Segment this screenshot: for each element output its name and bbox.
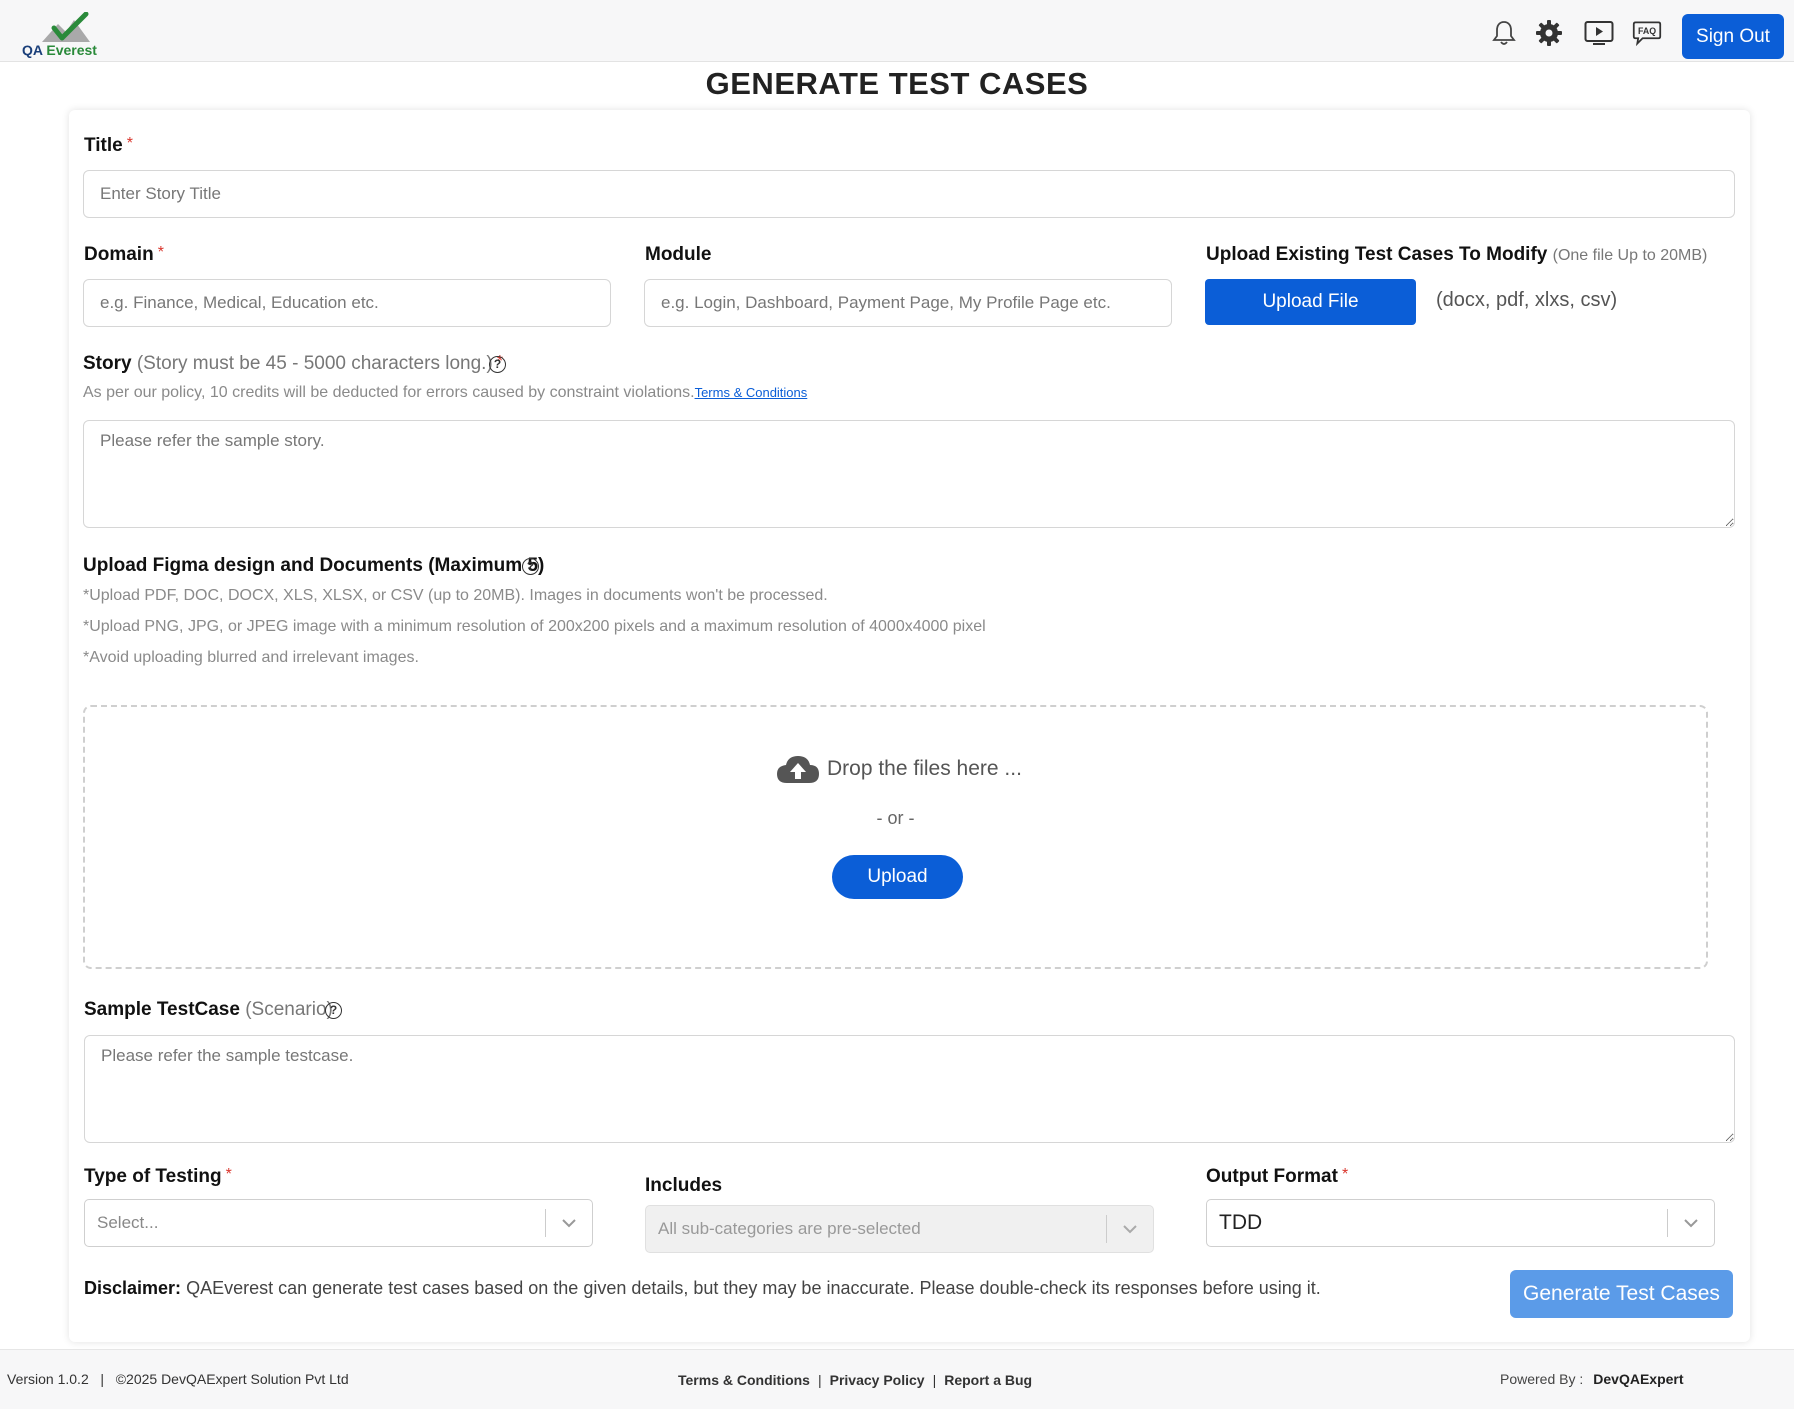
or-separator: - or - bbox=[876, 808, 915, 828]
story-textarea[interactable] bbox=[83, 420, 1735, 528]
figma-note-1: *Upload PDF, DOC, DOCX, XLS, XLSX, or CS… bbox=[83, 587, 828, 604]
top-navbar: QA Everest FAQ Sign Out bbox=[0, 0, 1794, 62]
chevron-down-icon bbox=[1668, 1218, 1714, 1228]
includes-label: Includes bbox=[645, 1175, 723, 1196]
upload-existing-label: Upload Existing Test Cases To Modify (On… bbox=[1206, 244, 1708, 265]
footer-terms-link[interactable]: Terms & Conditions bbox=[678, 1372, 810, 1388]
svg-text:FAQ: FAQ bbox=[1638, 26, 1656, 36]
story-label: Story (Story must be 45 - 5000 character… bbox=[83, 353, 503, 374]
qa-everest-logo[interactable]: QA Everest bbox=[20, 12, 110, 58]
chevron-down-icon bbox=[546, 1218, 592, 1228]
story-title-input[interactable] bbox=[83, 170, 1735, 218]
figma-help-icon[interactable]: ? bbox=[522, 558, 539, 575]
footer-version: Version 1.0.2 | ©2025 DevQAExpert Soluti… bbox=[7, 1371, 349, 1387]
figma-note-3: *Avoid uploading blurred and irrelevant … bbox=[83, 649, 419, 666]
faq-icon[interactable]: FAQ bbox=[1632, 18, 1662, 48]
story-help-icon[interactable]: ? bbox=[489, 356, 506, 373]
title-label: Title * bbox=[84, 135, 133, 156]
domain-label: Domain * bbox=[84, 244, 164, 265]
type-of-testing-select[interactable]: Select... bbox=[84, 1199, 593, 1247]
footer-links: Terms & Conditions | Privacy Policy | Report… bbox=[678, 1372, 1033, 1388]
type-of-testing-value: Select... bbox=[97, 1213, 159, 1232]
module-input[interactable] bbox=[644, 279, 1172, 327]
terms-link[interactable]: Terms & Conditions bbox=[695, 385, 808, 400]
generate-form-card: Title* Domain* Module Upload Existing Te… bbox=[69, 110, 1750, 1342]
footer-report-bug-link[interactable]: Report a Bug bbox=[944, 1372, 1032, 1388]
sample-testcase-textarea[interactable] bbox=[84, 1035, 1735, 1143]
disclaimer-text: Disclaimer: QAEverest can generate test … bbox=[84, 1278, 1321, 1298]
includes-value: All sub-categories are pre-selected bbox=[658, 1219, 921, 1238]
output-format-value: TDD bbox=[1219, 1211, 1263, 1234]
output-format-label: Output Format * bbox=[1206, 1166, 1349, 1187]
logo-text: QA Everest bbox=[22, 42, 97, 58]
sample-help-icon[interactable]: ? bbox=[325, 1002, 342, 1019]
generate-test-cases-button[interactable]: Generate Test Cases bbox=[1510, 1270, 1733, 1318]
footer: Version 1.0.2 | ©2025 DevQAExpert Soluti… bbox=[0, 1349, 1794, 1409]
video-play-icon[interactable] bbox=[1584, 18, 1614, 48]
page-title: GENERATE TEST CASES bbox=[705, 66, 1089, 101]
includes-select: All sub-categories are pre-selected bbox=[645, 1205, 1154, 1253]
sample-testcase-label: Sample TestCase (Scenario) bbox=[84, 999, 333, 1020]
file-dropzone[interactable]: Drop the files here ... - or - Upload bbox=[83, 705, 1708, 969]
story-policy-text: As per our policy, 10 credits will be de… bbox=[83, 384, 808, 401]
sign-out-button[interactable]: Sign Out bbox=[1682, 14, 1784, 59]
upload-file-button[interactable]: Upload File bbox=[1205, 279, 1416, 325]
footer-powered-by: Powered By : DevQAExpert bbox=[1500, 1371, 1684, 1387]
module-label: Module bbox=[645, 244, 712, 265]
upload-formats-text: (docx, pdf, xlxs, csv) bbox=[1436, 289, 1618, 311]
figma-note-2: *Upload PNG, JPG, or JPEG image with a m… bbox=[83, 618, 986, 635]
footer-privacy-link[interactable]: Privacy Policy bbox=[830, 1372, 925, 1388]
mountain-check-icon bbox=[42, 12, 90, 42]
drop-files-text: Drop the files here ... bbox=[827, 757, 1022, 780]
cloud-upload-icon bbox=[775, 753, 821, 790]
type-of-testing-label: Type of Testing * bbox=[84, 1166, 232, 1187]
domain-input[interactable] bbox=[83, 279, 611, 327]
figma-upload-label: Upload Figma design and Documents (Maxim… bbox=[83, 555, 545, 576]
bell-icon[interactable] bbox=[1489, 18, 1519, 48]
upload-button[interactable]: Upload bbox=[832, 855, 963, 899]
gear-icon[interactable] bbox=[1534, 18, 1564, 48]
output-format-select[interactable]: TDD bbox=[1206, 1199, 1715, 1247]
chevron-down-icon bbox=[1107, 1224, 1153, 1234]
